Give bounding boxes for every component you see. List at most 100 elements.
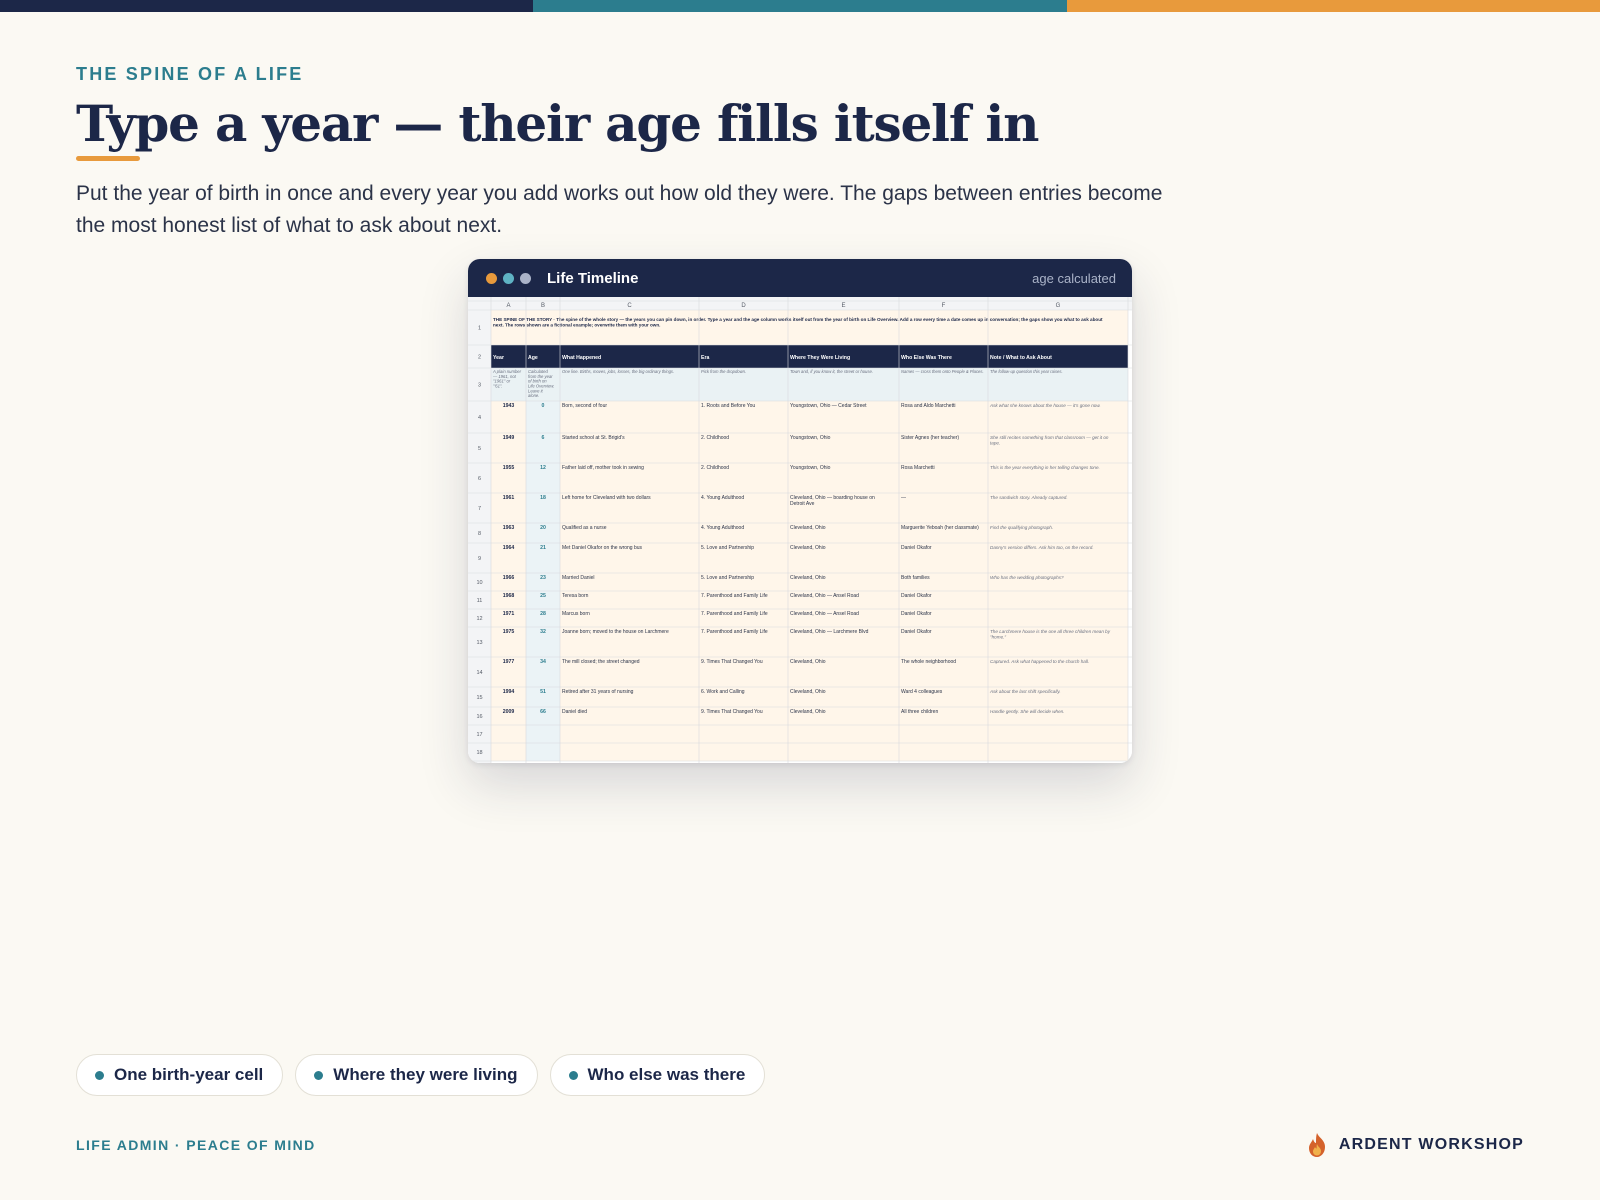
- hint-cell: One line. Births, moves, jobs, losses, t…: [562, 369, 674, 374]
- row-number: 16: [476, 714, 482, 720]
- row-number: 2: [478, 355, 481, 361]
- year-cell: 1943: [503, 403, 515, 409]
- note-cell: This is the year everything in her telli…: [990, 465, 1100, 470]
- data-cell: Left home for Cleveland with two dollars: [562, 495, 651, 501]
- row-number: 1: [478, 326, 481, 332]
- row-number: 13: [476, 640, 482, 646]
- age-cell-bg: [526, 725, 560, 743]
- data-cell: Father laid off, mother took in sewing: [562, 465, 644, 471]
- age-cell: 25: [540, 593, 546, 599]
- brand-lockup: ARDENT WORKSHOP: [1305, 1132, 1524, 1158]
- accent-segment-teal: [533, 0, 1067, 12]
- data-cell: Joanne born; moved to the house on Larch…: [562, 629, 669, 635]
- chip-who-else: Who else was there: [549, 1054, 766, 1096]
- column-letter: G: [1056, 303, 1061, 309]
- row-number: 15: [476, 695, 482, 701]
- column-letter: D: [741, 303, 746, 309]
- row-number: 17: [476, 732, 482, 738]
- year-cell: 1968: [503, 593, 515, 599]
- year-cell: 1977: [503, 659, 515, 665]
- data-cell: Cleveland, Ohio: [790, 545, 826, 551]
- row-number: 6: [478, 476, 481, 482]
- note-cell: Find the qualifying photograph.: [990, 525, 1053, 530]
- year-cell: 1994: [503, 689, 515, 695]
- row-number: 8: [478, 531, 481, 537]
- age-cell: 0: [542, 403, 545, 409]
- hint-cell: Pick from the dropdown.: [701, 369, 746, 374]
- note-cell: Captured. Ask what happened to the churc…: [990, 659, 1089, 664]
- data-cell: Youngstown, Ohio: [790, 435, 831, 441]
- window-dot-teal: [503, 272, 514, 284]
- data-cell: Cleveland, Ohio: [790, 575, 826, 581]
- row-number: 7: [478, 506, 481, 512]
- age-cell: 51: [540, 689, 546, 695]
- header-cell: Where They Were Living: [790, 355, 850, 361]
- chip-label: One birth-year cell: [114, 1065, 264, 1084]
- hint-cell: The follow-up question this year raises.: [990, 369, 1063, 374]
- data-cell: Youngstown, Ohio: [790, 465, 831, 471]
- data-cell: Marguerite Yeboah (her classmate): [901, 525, 979, 531]
- window-titlebar: Life Timeline age calculated: [468, 259, 1132, 297]
- year-cell: 1975: [503, 629, 515, 635]
- chip-label: Where they were living: [333, 1065, 518, 1084]
- year-cell: 1955: [503, 465, 515, 471]
- age-cell: 23: [540, 575, 546, 581]
- window-dot-orange: [486, 272, 497, 284]
- row-number: 14: [476, 670, 482, 676]
- note-cell: Ask about the last shift specifically.: [989, 689, 1061, 694]
- flame-icon: [1308, 1133, 1325, 1157]
- data-cell: Cleveland, Ohio: [790, 525, 826, 531]
- data-cell: 4. Young Adulthood: [701, 525, 744, 531]
- row-number: 18: [476, 750, 482, 756]
- data-cell: 9. Times That Changed You: [701, 659, 763, 665]
- eyebrow: THE SPINE OF A LIFE: [76, 64, 304, 84]
- column-letter: B: [541, 303, 545, 309]
- top-accent-bar: [0, 0, 1600, 12]
- data-cell: 9. Times That Changed You: [701, 709, 763, 715]
- column-letter: C: [627, 303, 632, 309]
- column-letter: E: [841, 303, 845, 309]
- data-cell: —: [901, 495, 906, 501]
- data-cell: 5. Love and Partnership: [701, 545, 754, 551]
- chip-dot: [314, 1070, 324, 1080]
- data-cell: 7. Parenthood and Family Life: [701, 593, 768, 599]
- data-cell: Rosa Marchetti: [901, 465, 935, 471]
- note-cell: Danny's version differs. Ask him too, on…: [990, 545, 1094, 550]
- header-cell: Year: [493, 355, 504, 361]
- row-number: 5: [478, 446, 481, 452]
- data-cell: Both families: [901, 575, 930, 581]
- data-cell: 2. Childhood: [701, 435, 729, 441]
- row-number: 4: [478, 415, 481, 421]
- data-cell: All three children: [901, 709, 938, 715]
- chip-where-living: Where they were living: [295, 1054, 538, 1096]
- note-cell: Ask what she knows about the house — it'…: [989, 403, 1101, 408]
- data-cell: Cleveland, Ohio: [790, 689, 826, 695]
- hint-cell: Town and, if you know it, the street or …: [790, 369, 873, 374]
- age-cell: 21: [540, 545, 546, 551]
- age-cell: 66: [540, 709, 546, 715]
- age-cell: 28: [540, 611, 546, 617]
- spreadsheet-grid[interactable]: A B C D E F G THE SPINE OF THE STORY · The spin…: [468, 297, 1132, 763]
- row-number: 3: [478, 383, 481, 389]
- column-letter: A: [506, 303, 510, 309]
- data-row: [491, 725, 1128, 743]
- year-cell: 1949: [503, 435, 515, 441]
- lede-paragraph: Put the year of birth in once and every …: [76, 182, 1163, 237]
- row-number: 9: [478, 556, 481, 562]
- age-cell: 18: [540, 495, 546, 501]
- header-cell: Who Else Was There: [901, 355, 952, 361]
- data-row: [491, 743, 1128, 761]
- hint-cell: Names — cross them onto People & Places.: [901, 369, 984, 374]
- data-cell: Cleveland, Ohio: [790, 709, 826, 715]
- data-cell: Daniel Okafor: [901, 593, 932, 599]
- accent-segment-navy: [0, 0, 534, 12]
- row-number: 12: [476, 616, 482, 622]
- header-cell: What Happened: [562, 355, 601, 361]
- header-cell: Age: [528, 355, 538, 361]
- age-cell: 34: [540, 659, 546, 665]
- data-cell: Born, second of four: [562, 403, 607, 409]
- spreadsheet-svg: A B C D E F GTHE SPINE OF THE STORY · The spin…: [468, 297, 1132, 763]
- page-title: Type a year — their age fills itself in: [76, 94, 1040, 153]
- data-cell: Cleveland, Ohio: [790, 659, 826, 665]
- column-header-strip: [468, 297, 1132, 310]
